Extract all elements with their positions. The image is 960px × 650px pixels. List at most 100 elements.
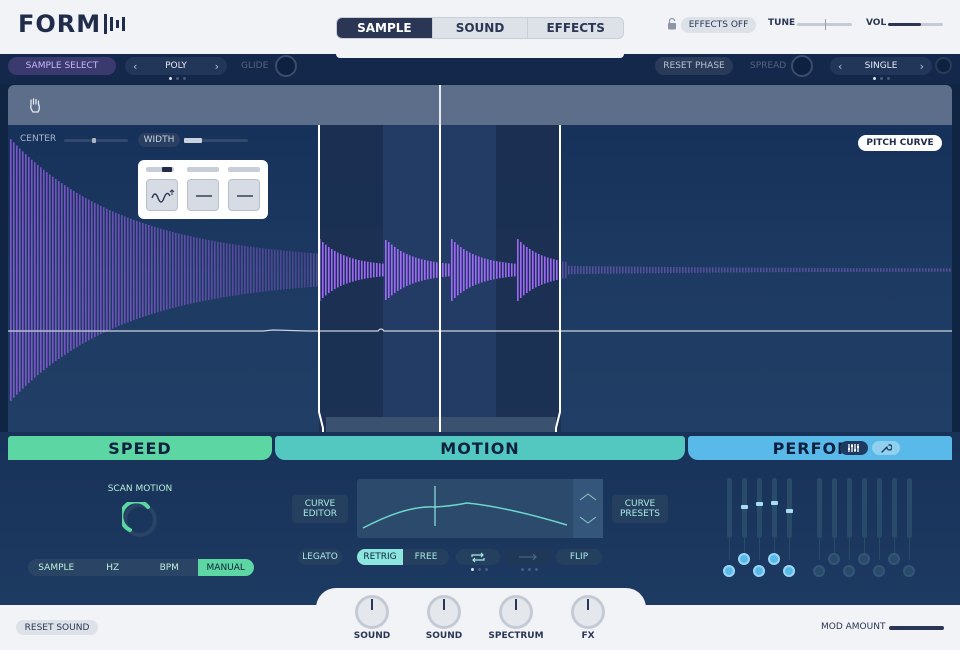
waveform-bar [148,224,150,316]
tab-sound[interactable]: SOUND [433,18,529,38]
speed-mode-manual[interactable]: MANUAL [197,559,254,576]
retrig-option[interactable]: RETRIG [357,549,403,565]
unison-extra-button[interactable] [935,57,952,74]
macro-knob-fx[interactable] [571,595,605,629]
waveform-bar [442,262,444,278]
perform-fader[interactable] [877,478,882,560]
macro-knob-spectrum[interactable] [499,595,533,629]
perform-fader-stem [789,538,790,560]
glide-knob[interactable] [275,55,297,77]
waveform-bar [97,204,99,336]
waveform-bar [94,202,96,338]
reset-phase-button[interactable]: RESET PHASE [655,57,733,75]
macro-label-sound-1: SOUND [353,631,391,641]
pitch-curve-button[interactable]: PITCH CURVE [858,135,942,151]
perform-step-dot[interactable] [783,565,795,577]
width-slider[interactable] [184,138,248,143]
perform-fader[interactable] [741,478,748,560]
settings-view-button[interactable] [872,441,900,455]
perform-fader-thumb[interactable] [771,501,778,505]
flip-button[interactable]: FLIP [556,549,602,565]
mixer-view-button[interactable] [840,441,868,455]
waveform-bar [79,194,81,346]
mod-amount-label: MOD AMOUNT [821,622,886,632]
effects-off-toggle[interactable]: EFFECTS OFF [681,17,756,33]
reset-sound-button[interactable]: RESET SOUND [16,620,98,635]
free-option[interactable]: FREE [403,549,449,565]
loop-mode-button[interactable] [456,549,500,565]
waveform-bar [130,218,132,322]
loop-mode-page-dots [471,568,488,571]
perform-step-dot[interactable] [843,565,855,577]
perform-fader-thumb[interactable] [741,505,748,509]
perform-step-dot[interactable] [813,565,825,577]
perform-fader[interactable] [862,478,867,560]
perform-step-dot[interactable] [723,565,735,577]
tab-effects[interactable]: EFFECTS [528,18,623,38]
waveform-bar [409,255,411,285]
scan-motion-knob[interactable] [122,502,158,538]
waveform-bar [874,268,876,272]
waveform-bar [859,268,861,272]
waveform-bar [667,266,669,274]
motion-curve-display[interactable] [357,479,603,538]
macro-knob-sound-2[interactable] [427,595,461,629]
perform-fader[interactable] [727,478,732,560]
perform-step-dot[interactable] [888,553,900,565]
waveform-bar [256,247,258,293]
perform-step-dot[interactable] [858,553,870,565]
tune-slider[interactable] [797,19,852,30]
perform-step-dot[interactable] [738,553,750,565]
waveform-bar [940,268,942,272]
perform-fader-thumb[interactable] [756,502,763,506]
waveform-bar [193,236,195,304]
speed-mode-bpm[interactable]: BPM [141,559,198,576]
vol-slider[interactable] [888,23,943,26]
perform-fader[interactable] [892,478,897,560]
scrub-bar[interactable] [8,85,952,125]
wrench-icon [881,444,892,453]
direction-button[interactable] [505,549,551,565]
perform-fader-thumb[interactable] [786,509,793,513]
curve-editor-button[interactable]: CURVE EDITOR [292,495,348,523]
shape-slot-3[interactable] [228,179,260,211]
chevron-right-icon[interactable]: › [920,60,924,73]
perform-fader[interactable] [847,478,852,560]
perform-fader[interactable] [756,478,763,560]
perform-step-dot[interactable] [828,553,840,565]
spread-knob[interactable] [791,55,813,77]
chevron-left-icon[interactable]: ‹ [133,60,137,73]
perform-fader[interactable] [817,478,822,560]
center-slider-thumb[interactable] [92,138,96,143]
waveform-bar [847,268,849,272]
curve-presets-button[interactable]: CURVE PRESETS [612,495,668,523]
waveform-bar [337,252,339,288]
legato-button[interactable]: LEGATO [298,549,342,565]
chevron-right-icon[interactable]: › [215,60,219,73]
perform-step-dot[interactable] [753,565,765,577]
center-slider[interactable] [64,138,128,143]
perform-fader[interactable] [907,478,912,560]
waveform-bar [724,267,726,273]
waveform-bar [187,235,189,305]
tab-sample[interactable]: SAMPLE [337,18,433,38]
shape-slot-2[interactable] [187,179,219,211]
perform-step-dot[interactable] [768,553,780,565]
mod-amount-slider[interactable] [889,626,944,630]
waveform-bar [745,267,747,273]
shape-slot-1[interactable] [146,179,178,211]
tune-slider-knob[interactable] [824,19,826,30]
perform-fader[interactable] [832,478,837,560]
macro-knob-sound-1[interactable] [355,595,389,629]
speed-mode-hz[interactable]: HZ [85,559,142,576]
perform-fader[interactable] [786,478,793,560]
playhead-scrub-line[interactable] [439,85,441,125]
waveform-bar [304,252,306,288]
perform-step-dot[interactable] [873,565,885,577]
perform-fader[interactable] [771,478,778,560]
waveform-bar [646,266,648,274]
speed-mode-sample[interactable]: SAMPLE [28,559,85,576]
sample-select-button[interactable]: SAMPLE SELECT [8,57,116,75]
perform-step-dot[interactable] [903,565,915,577]
chevron-left-icon[interactable]: ‹ [838,60,842,73]
